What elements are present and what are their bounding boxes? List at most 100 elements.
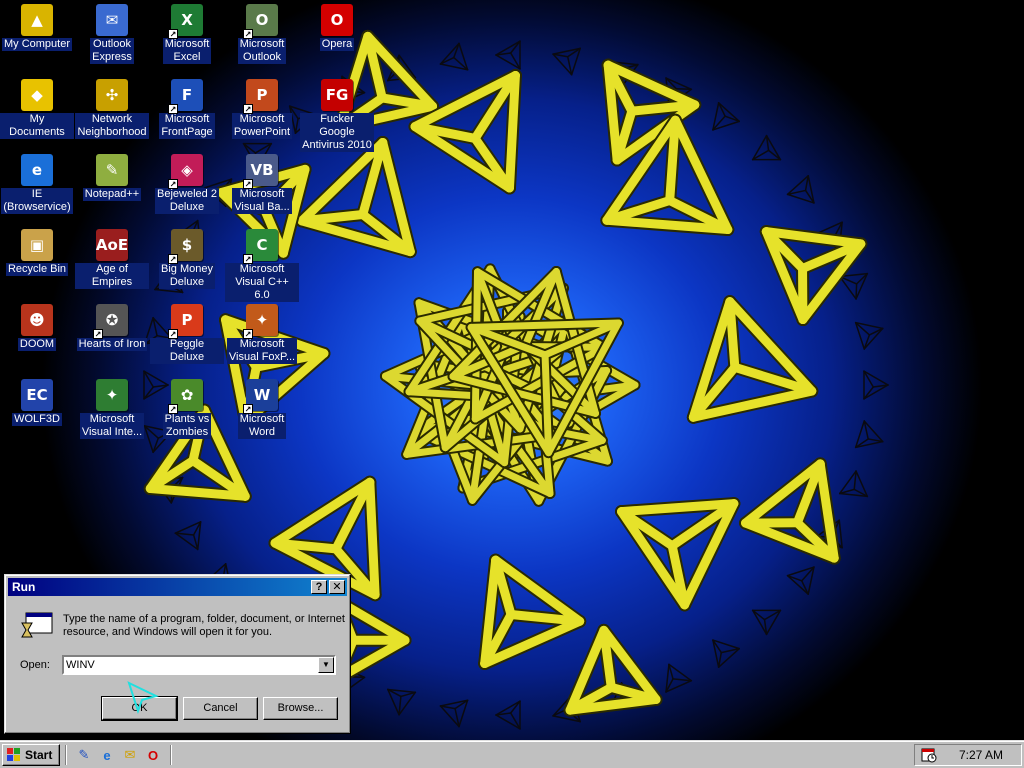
desktop-icon[interactable]: ✎ Notepad++ [75,150,149,201]
desktop-icon[interactable]: O Opera [300,0,374,51]
app-icon: ▲ [21,4,53,36]
desktop-icon[interactable]: ▲ My Computer [0,0,74,51]
run-dialog-description: Type the name of a program, folder, docu… [63,613,345,638]
chevron-down-icon[interactable]: ▼ [318,657,334,673]
shortcut-arrow-icon: ↗ [93,329,103,339]
desktop-icon[interactable]: ✦ Microsoft Visual Inte... [75,375,149,439]
desktop-icon-label: Microsoft Visual C++ 6.0 [225,263,299,302]
desktop-icon[interactable]: ✦ ↗ Microsoft Visual FoxP... [225,300,299,364]
desktop-icon[interactable]: e IE (Browservice) [0,150,74,214]
app-icon: ▣ [21,229,53,261]
taskbar-separator [170,745,172,765]
desktop-icon[interactable]: FG Fucker Google Antivirus 2010 [300,75,374,152]
tetrahedron-shape [854,420,884,449]
desktop-icon-label: Microsoft Visual FoxP... [226,338,298,364]
desktop-icon[interactable]: W ↗ Microsoft Word [225,375,299,439]
tetrahedron-shape [439,699,469,728]
desktop-icon-label: Recycle Bin [5,263,69,276]
app-icon: EC [21,379,53,411]
app-icon: O [321,4,353,36]
shortcut-arrow-icon: ↗ [168,329,178,339]
desktop-icon[interactable]: EC WOLF3D [0,375,74,426]
shortcut-arrow-icon: ↗ [168,179,178,189]
app-icon: P ↗ [168,304,203,339]
app-icon: ☻ [21,304,53,336]
desktop-icon-label: Peggle Deluxe [150,338,224,364]
app-icon: AoE [96,229,128,261]
desktop-icon[interactable]: ◆ My Documents [0,75,74,139]
desktop-icon[interactable]: ✣ Network Neighborhood [75,75,149,139]
desktop-icon[interactable]: VB ↗ Microsoft Visual Ba... [225,150,299,214]
show-desktop-icon[interactable]: ✎ [75,746,93,764]
app-icon: C ↗ [243,229,278,264]
close-button[interactable]: ✕ [329,580,345,594]
tetrahedron-shape [665,663,693,693]
tetrahedron-shape [495,40,521,70]
opera-icon[interactable]: O [144,746,162,764]
tetrahedron-shape [495,700,521,730]
browse-button[interactable]: Browse... [263,697,338,720]
tetrahedron-shape [786,566,815,595]
clock[interactable]: 7:27 AM [959,748,1003,762]
shortcut-arrow-icon: ↗ [243,329,253,339]
desktop-icon-label: Microsoft Outlook [237,38,287,64]
scheduler-icon[interactable] [921,747,937,763]
app-icon: ◈ ↗ [168,154,203,189]
desktop-icon-label: Plants vs Zombies [162,413,212,439]
shortcut-arrow-icon: ↗ [168,254,178,264]
desktop-icon[interactable]: C ↗ Microsoft Visual C++ 6.0 [225,225,299,302]
shortcut-arrow-icon: ↗ [243,254,253,264]
desktop-icon-label: Microsoft Word [237,413,287,439]
tetrahedron-shape [863,370,889,400]
shortcut-arrow-icon: ↗ [243,404,253,414]
app-icon: ✦ [96,379,128,411]
desktop-icon[interactable]: ▣ Recycle Bin [0,225,74,276]
desktop-icon[interactable]: ☻ DOOM [0,300,74,351]
shortcut-arrow-icon: ↗ [243,29,253,39]
desktop-icon[interactable]: ◈ ↗ Bejeweled 2 Deluxe [150,150,224,214]
run-dialog-title: Run [12,580,36,594]
app-icon: F ↗ [168,79,203,114]
desktop-icon[interactable]: ✿ ↗ Plants vs Zombies [150,375,224,439]
desktop-icon[interactable]: P ↗ Peggle Deluxe [150,300,224,364]
desktop[interactable]: ▲ My Computer ◆ My Documents e IE (Browservic… [0,0,1024,740]
desktop-icon-label: Network Neighborhood [75,113,149,139]
tetrahedron-shape [712,102,741,131]
desktop-icon[interactable]: O ↗ Microsoft Outlook [225,0,299,64]
shortcut-arrow-icon: ↗ [168,29,178,39]
shortcut-arrow-icon: ↗ [168,404,178,414]
internet-explorer-icon[interactable]: e [98,746,116,764]
desktop-icon-label: Microsoft Visual Ba... [232,188,292,214]
mouse-cursor-icon [127,681,159,714]
cancel-button[interactable]: Cancel [183,697,258,720]
outlook-express-icon[interactable]: ✉ [121,746,139,764]
start-button[interactable]: Start [2,744,60,766]
desktop-icon-label: Microsoft PowerPoint [231,113,293,139]
desktop-icon-label: Microsoft FrontPage [159,113,215,139]
taskbar-separator [65,745,67,765]
open-combobox[interactable]: ▼ [62,655,336,675]
shortcut-arrow-icon: ↗ [243,179,253,189]
help-button[interactable]: ? [311,580,327,594]
desktop-icon[interactable]: AoE Age of Empires [75,225,149,289]
tetrahedron-shape [854,321,884,350]
desktop-icon[interactable]: P ↗ Microsoft PowerPoint [225,75,299,139]
run-dialog[interactable]: Run ? ✕ Type the name of a program, fold… [4,574,351,734]
tetrahedron-shape [174,521,202,551]
tetrahedron-shape [387,688,417,716]
desktop-icon[interactable]: X ↗ Microsoft Excel [150,0,224,64]
desktop-icon-label: Microsoft Visual Inte... [79,413,145,439]
desktop-icon-label: Fucker Google Antivirus 2010 [300,113,374,152]
tetrahedron-shape [712,639,741,668]
desktop-icon[interactable]: ✪ ↗ Hearts of Iron [75,300,149,351]
desktop-icon[interactable]: ✉ Outlook Express [75,0,149,64]
taskbar: Start ✎ e ✉ O 7:27 AM [0,740,1024,768]
run-dialog-titlebar[interactable]: Run ? ✕ [8,578,347,596]
system-tray: 7:27 AM [914,744,1022,766]
app-icon: e [21,154,53,186]
desktop-icon[interactable]: F ↗ Microsoft FrontPage [150,75,224,139]
desktop-icon[interactable]: $ ↗ Big Money Deluxe [150,225,224,289]
open-input[interactable] [66,658,316,672]
tetrahedron-shape [552,47,581,76]
desktop-icon-label: My Documents [0,113,74,139]
